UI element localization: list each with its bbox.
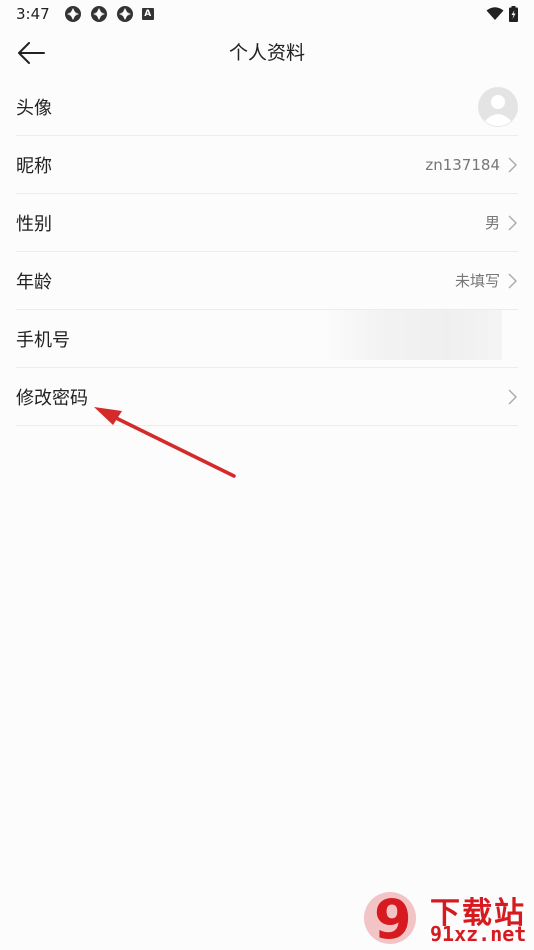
row-label: 年龄: [16, 271, 52, 293]
watermark: 9 下载站 91xz.net: [360, 886, 534, 950]
gender-row[interactable]: 性别 男: [16, 194, 518, 252]
row-label: 昵称: [16, 155, 52, 177]
page-title: 个人资料: [228, 42, 305, 64]
app-icon: [90, 6, 107, 22]
chevron-right-icon: [508, 273, 517, 288]
row-label: 头像: [16, 97, 52, 119]
avatar[interactable]: [478, 86, 518, 127]
app-icon: [116, 6, 133, 22]
row-right: [506, 389, 518, 405]
phone-row[interactable]: 手机号: [16, 310, 518, 368]
status-notification-icons: A: [64, 5, 154, 23]
row-label: 性别: [16, 213, 52, 235]
watermark-logo-icon: 9: [364, 888, 416, 950]
chevron-right-icon: [508, 157, 517, 172]
change-password-row[interactable]: 修改密码: [16, 368, 518, 426]
wifi-icon: [486, 7, 504, 20]
chevron-right-icon: [508, 215, 517, 230]
status-bar: 3:47 A: [0, 0, 534, 28]
app-icon: [64, 6, 81, 22]
profile-list: 头像 昵称 zn137184 性别 男 年龄 未填写 手机号 修改密码: [16, 78, 518, 426]
battery-charging-icon: [509, 6, 518, 22]
status-system-icons: [486, 6, 518, 22]
back-button[interactable]: [14, 38, 48, 68]
back-arrow-icon: [18, 42, 45, 64]
a-icon: A: [141, 8, 154, 20]
nickname-row[interactable]: 昵称 zn137184: [16, 136, 518, 194]
age-row[interactable]: 年龄 未填写: [16, 252, 518, 310]
row-right: 男: [485, 212, 518, 233]
status-time: 3:47: [16, 5, 50, 23]
age-value: 未填写: [454, 272, 500, 290]
row-right: [478, 86, 518, 127]
chevron-right-icon: [508, 389, 517, 404]
row-label: 手机号: [16, 329, 70, 351]
watermark-domain: 91xz.net: [430, 922, 527, 946]
masked-phone-value: [324, 310, 502, 360]
header: 个人资料: [0, 28, 534, 78]
watermark-logo-text: 9: [374, 888, 412, 950]
nickname-value: zn137184: [425, 155, 500, 174]
row-label: 修改密码: [16, 387, 88, 409]
row-right: zn137184: [425, 156, 518, 174]
avatar-row[interactable]: 头像: [16, 78, 518, 136]
gender-value: 男: [484, 214, 500, 232]
row-right: 未填写: [455, 270, 518, 291]
